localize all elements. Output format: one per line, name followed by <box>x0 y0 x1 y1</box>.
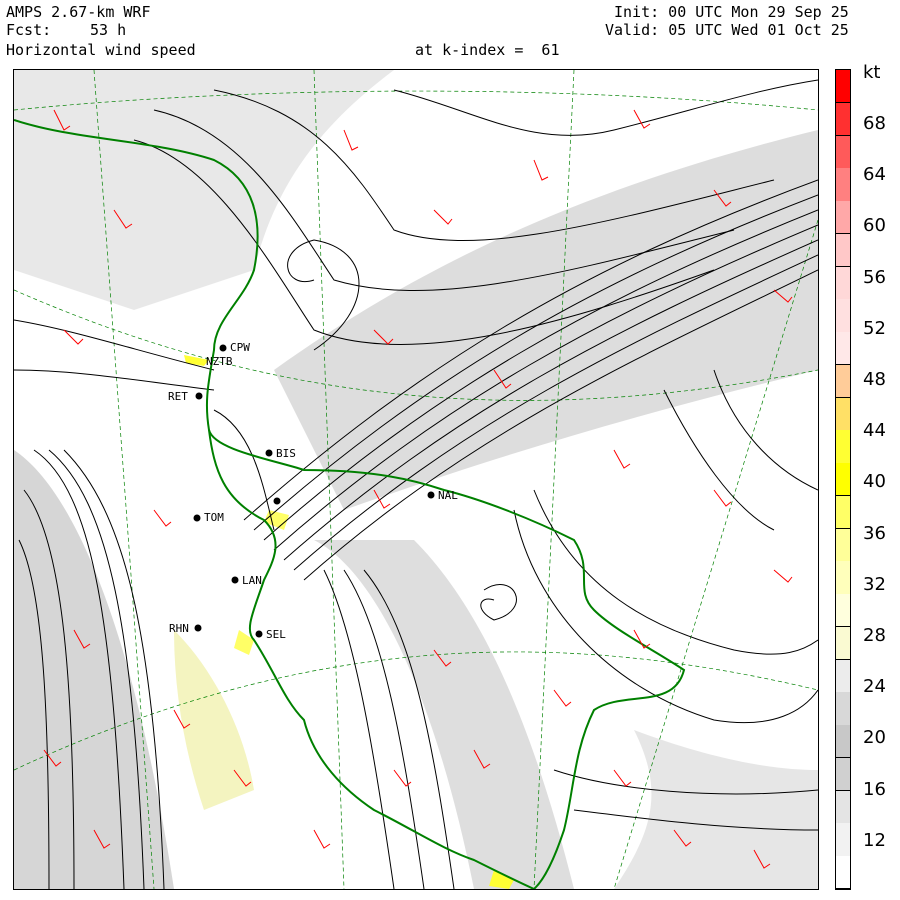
forecast-label: Fcst: <box>6 21 52 39</box>
colorbar-tick-label: 36 <box>863 522 886 544</box>
colorbar-segment <box>836 70 850 104</box>
colorbar-segment <box>836 659 850 693</box>
station-nztb[interactable]: NZTB <box>206 355 233 368</box>
colorbar-segment <box>836 201 850 235</box>
colorbar-tick-label: 24 <box>863 676 886 698</box>
colorbar-tick-label: 56 <box>863 266 886 288</box>
colorbar-segment <box>836 528 850 562</box>
station-bis[interactable]: BIS <box>276 447 296 460</box>
colorbar-segment <box>836 823 850 857</box>
valid-time: Valid: 05 UTC Wed 01 Oct 25 <box>605 21 849 39</box>
speed-shading <box>14 70 818 889</box>
colorbar-segment <box>836 594 850 628</box>
wind-map[interactable]: CPW NZTB RET BIS TOM LAN RHN SEL NAL <box>13 69 819 890</box>
forecast-hours: 53 h <box>90 21 127 39</box>
colorbar-tick-label: 60 <box>863 215 886 237</box>
station-lan[interactable]: LAN <box>242 574 262 587</box>
colorbar-segment <box>836 233 850 268</box>
colorbar-tick-label: 44 <box>863 420 886 442</box>
colorbar-tick-label: 28 <box>863 625 886 646</box>
colorbar-segment <box>836 692 850 726</box>
colorbar-tick-label: 16 <box>863 778 886 800</box>
colorbar-tick-label: 52 <box>863 317 886 339</box>
colorbar-tick-label: 68 <box>863 113 886 134</box>
colorbar-segment <box>836 299 850 333</box>
station-nal[interactable]: NAL <box>438 489 458 502</box>
station-ret[interactable]: RET <box>168 390 188 403</box>
colorbar <box>835 69 851 890</box>
colorbar-segment <box>836 266 850 300</box>
colorbar-tick-label: 48 <box>863 369 886 390</box>
colorbar-segment <box>836 135 850 169</box>
colorbar-segment <box>836 626 850 661</box>
colorbar-tick-label: 40 <box>863 471 886 493</box>
station-rhn[interactable]: RHN <box>169 622 189 635</box>
colorbar-segment <box>836 168 850 202</box>
colorbar-segment <box>836 856 850 890</box>
colorbar-segment <box>836 397 850 431</box>
level-label: at k-index = 61 <box>415 41 560 59</box>
colorbar-tick-label: 12 <box>863 829 886 851</box>
colorbar-segment <box>836 364 850 399</box>
model-title: AMPS 2.67-km WRF <box>6 3 151 21</box>
colorbar-segment <box>836 495 850 530</box>
colorbar-segment <box>836 463 850 497</box>
init-time: Init: 00 UTC Mon 29 Sep 25 <box>614 3 849 21</box>
colorbar-tick-label: 32 <box>863 573 886 595</box>
station-sel[interactable]: SEL <box>266 628 286 641</box>
colorbar-segment <box>836 790 850 824</box>
map-canvas <box>13 69 819 890</box>
colorbar-segment <box>836 561 850 595</box>
colorbar-segment <box>836 332 850 366</box>
colorbar-unit: kt <box>863 62 881 83</box>
station-tom[interactable]: TOM <box>204 511 224 524</box>
colorbar-tick-label: 20 <box>863 727 886 749</box>
colorbar-segment <box>836 102 850 136</box>
colorbar-segment <box>836 757 850 792</box>
colorbar-segment <box>836 430 850 464</box>
colorbar-tick-label: 64 <box>863 164 886 186</box>
colorbar-segment <box>836 725 850 759</box>
station-cpw[interactable]: CPW <box>230 341 250 354</box>
field-name: Horizontal wind speed <box>6 41 196 59</box>
